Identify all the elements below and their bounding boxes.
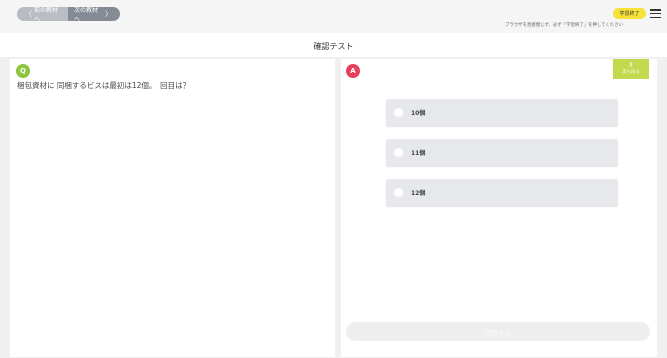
choice-option[interactable]: 12個 [386,179,618,206]
prev-material-button[interactable]: 〈 前の教材へ [17,7,68,23]
chevron-left-icon: 〈 [25,10,32,18]
chevron-right-icon: 〉 [105,10,112,18]
finish-study-button[interactable]: 学習終了 [613,8,646,19]
radio-icon[interactable] [394,108,403,117]
page-title: 確認テスト [0,36,667,57]
radio-icon[interactable] [394,188,403,197]
question-badge: Q [16,64,30,78]
question-text: 梱包資材に 同梱するビスは最初は12個。 回目は？ [17,81,191,90]
radio-icon[interactable] [394,148,403,157]
question-mark-icon: ? [629,62,633,70]
choice-option[interactable]: 10個 [386,99,618,126]
answer-badge: A [346,64,360,78]
next-material-button[interactable]: 次の教材へ 〉 [68,7,120,23]
hamburger-menu-icon[interactable] [650,9,661,18]
next-material-label: 次の教材へ [74,7,99,23]
hint-label: 次へ戻る [622,69,640,75]
top-toolbar: 〈 前の教材へ 次の教材へ 〉 学習終了 ブラウザを直接閉じず、必ず「学習終了」… [0,0,667,33]
material-nav: 〈 前の教材へ 次の教材へ 〉 [17,7,120,23]
choice-label: 10個 [411,110,426,117]
hint-button[interactable]: ? 次へ戻る [613,59,649,79]
question-panel [10,59,335,357]
submit-answer-button[interactable]: 回答する [346,322,650,341]
choice-label: 11個 [411,150,426,157]
choice-label: 12個 [411,190,426,197]
prev-material-label: 前の教材へ [34,7,59,23]
close-browser-notice: ブラウザを直接閉じず、必ず「学習終了」を押してください [505,23,623,28]
choice-option[interactable]: 11個 [386,139,618,166]
